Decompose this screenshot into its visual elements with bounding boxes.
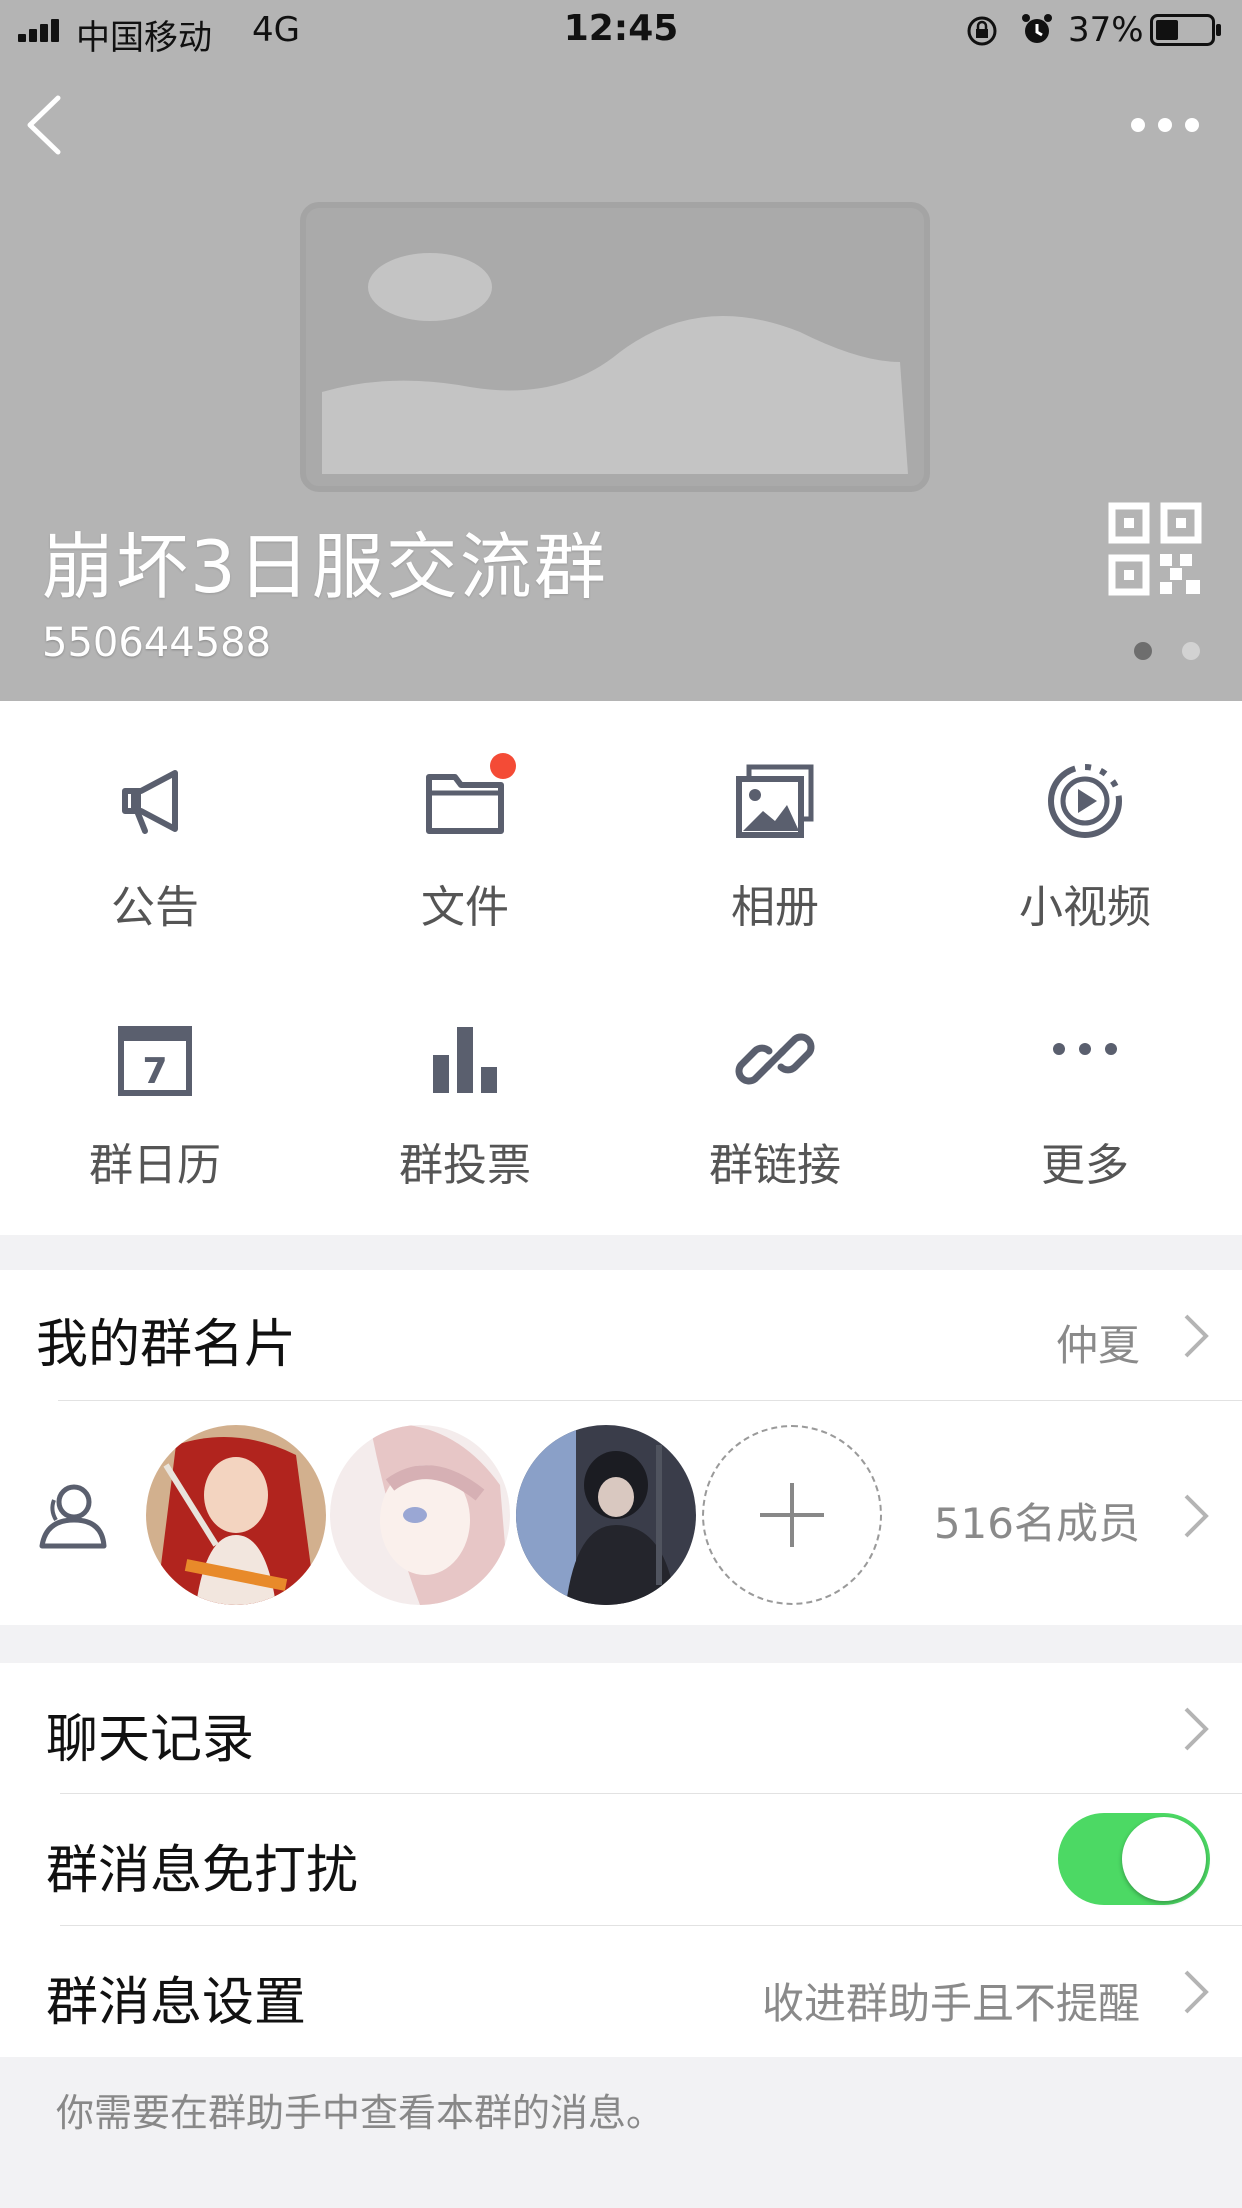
toggle-knob <box>1122 1817 1206 1901</box>
feature-link[interactable]: 群链接 <box>620 959 930 1191</box>
more-options-button[interactable] <box>1128 110 1202 140</box>
divider <box>58 1400 1242 1401</box>
battery-percent: 37% <box>1068 10 1144 50</box>
my-group-card-label: 我的群名片 <box>36 1315 297 1375</box>
status-bar: 中国移动 4G 12:45 37% <box>0 0 1242 60</box>
clock: 12:45 <box>563 8 679 49</box>
battery-icon <box>1150 14 1221 46</box>
message-settings-label: 群消息设置 <box>46 1973 307 2033</box>
member-avatar-3[interactable] <box>516 1425 696 1605</box>
feature-album[interactable]: 相册 <box>620 701 930 933</box>
calendar-icon: 7 <box>118 1026 192 1096</box>
member-count[interactable]: 516名成员 <box>880 1490 1140 1551</box>
chevron-right-icon <box>1184 1314 1209 1358</box>
svg-text:7: 7 <box>142 1051 167 1092</box>
feature-label: 更多 <box>1041 1140 1129 1191</box>
message-settings-row[interactable]: 群消息设置 收进群助手且不提醒 <box>0 1926 1242 2057</box>
feature-short-video[interactable]: 小视频 <box>930 701 1240 933</box>
photo-album-icon <box>736 764 814 838</box>
chat-history-label: 聊天记录 <box>46 1710 255 1770</box>
chevron-right-icon <box>1184 1970 1209 2014</box>
chevron-right-icon <box>1184 1707 1209 1751</box>
avatar-image <box>330 1425 510 1605</box>
more-dots-icon <box>1053 1043 1117 1055</box>
feature-grid: 公告 文件 相册 小视频 7 群日历 群投票 群链接 更多 <box>0 701 1242 1235</box>
mute-label: 群消息免打扰 <box>46 1841 359 1901</box>
avatar-image <box>146 1425 326 1605</box>
feature-label: 文件 <box>421 882 509 933</box>
members-icon <box>39 1484 107 1549</box>
orientation-lock-icon <box>967 16 997 46</box>
feature-label: 群投票 <box>399 1140 531 1191</box>
my-group-card-row[interactable]: 我的群名片 仲夏 <box>0 1270 1242 1400</box>
group-header: 中国移动 4G 12:45 37% 崩坏3日服交流群 550644588 <box>0 0 1242 701</box>
megaphone-icon <box>122 770 178 834</box>
message-settings-value: 收进群助手且不提醒 <box>761 1979 1140 2028</box>
feature-label: 群日历 <box>89 1140 221 1191</box>
page-indicator-dot <box>1182 642 1200 660</box>
settings-section: 聊天记录 群消息免打扰 群消息设置 收进群助手且不提醒 <box>0 1663 1242 2057</box>
page-indicator-dot-active <box>1134 642 1152 660</box>
avatar-image <box>516 1425 696 1605</box>
feature-label: 相册 <box>731 882 819 933</box>
feature-announcement[interactable]: 公告 <box>0 701 310 933</box>
group-id: 550644588 <box>42 620 272 666</box>
feature-calendar[interactable]: 7 群日历 <box>0 959 310 1191</box>
member-avatar-1[interactable] <box>146 1425 326 1605</box>
feature-vote[interactable]: 群投票 <box>310 959 620 1191</box>
my-group-card-value: 仲夏 <box>1055 1321 1140 1370</box>
mute-row: 群消息免打扰 <box>0 1794 1242 1924</box>
add-member-button[interactable] <box>702 1425 882 1605</box>
group-name: 崩坏3日服交流群 <box>42 525 608 609</box>
link-icon <box>735 1033 815 1085</box>
group-cover-placeholder-icon <box>300 202 930 492</box>
feature-label: 群链接 <box>709 1140 841 1191</box>
member-avatar-2[interactable] <box>330 1425 510 1605</box>
feature-label: 公告 <box>111 882 199 933</box>
mute-toggle[interactable] <box>1058 1813 1210 1905</box>
settings-hint: 你需要在群助手中查看本群的消息。 <box>56 2091 665 2135</box>
bar-chart-icon <box>433 1027 497 1093</box>
alarm-icon <box>1022 14 1052 43</box>
feature-label: 小视频 <box>1019 882 1151 933</box>
chevron-right-icon <box>1184 1494 1209 1538</box>
feature-more[interactable]: 更多 <box>930 959 1240 1191</box>
video-icon <box>1048 764 1122 838</box>
back-button[interactable] <box>20 90 70 160</box>
qr-code-icon[interactable] <box>1108 502 1202 596</box>
feature-files[interactable]: 文件 <box>310 701 620 933</box>
plus-icon <box>760 1483 824 1547</box>
files-notification-badge <box>490 753 516 779</box>
chat-history-row[interactable]: 聊天记录 <box>0 1663 1242 1793</box>
